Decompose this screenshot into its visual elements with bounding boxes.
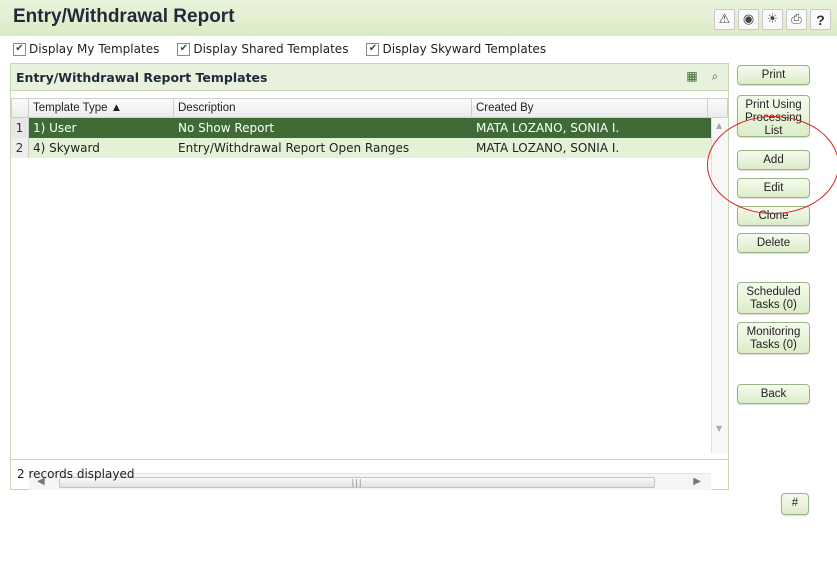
cell-created-by: MATA LOZANO, SONIA I. <box>476 121 620 135</box>
checkbox-icon[interactable]: ✔ <box>366 42 380 56</box>
column-header-template-type[interactable]: Template Type ▲ <box>29 98 174 118</box>
panel-header: Entry/Withdrawal Report Templates ▦ ⌕ <box>11 64 728 91</box>
grid-header: Template Type ▲ Description Created By <box>11 98 728 118</box>
checkbox-icon[interactable]: ✔ <box>13 42 26 56</box>
table-row[interactable]: 2 4) Skyward Entry/Withdrawal Report Ope… <box>11 138 728 158</box>
print-preview-icon[interactable]: ⌕ <box>706 67 724 85</box>
column-header-description[interactable]: Description <box>174 98 472 118</box>
scroll-up-icon[interactable]: ▲ <box>716 121 722 130</box>
panel-title: Entry/Withdrawal Report Templates <box>16 70 268 85</box>
panel-icons: ▦ ⌕ <box>683 67 724 85</box>
lightbulb-icon[interactable]: ☀ <box>762 9 783 30</box>
printer-icon[interactable]: ⎙ <box>786 9 807 30</box>
cell-created-by: MATA LOZANO, SONIA I. <box>476 141 620 155</box>
templates-panel: Entry/Withdrawal Report Templates ▦ ⌕ Te… <box>10 63 729 490</box>
title-bar: Entry/Withdrawal Report ⚠ ◉ ☀ ⎙ ? <box>0 0 837 36</box>
checkbox-label: Display Skyward Templates <box>382 42 547 56</box>
records-count: 2 records displayed <box>17 467 135 481</box>
back-button[interactable]: Back <box>737 384 810 404</box>
row-number: 1 <box>11 118 29 138</box>
checkbox-shared-templates[interactable]: ✔ Display Shared Templates <box>177 42 348 56</box>
alert-icon[interactable]: ⚠ <box>714 9 735 30</box>
cell-template-type: 4) Skyward <box>33 141 100 155</box>
checkbox-my-templates[interactable]: ✔ Display My Templates <box>13 42 159 56</box>
excel-export-icon[interactable]: ▦ <box>683 67 701 85</box>
hash-button[interactable]: # <box>781 493 809 515</box>
templates-grid: Template Type ▲ Description Created By 1… <box>11 98 728 490</box>
checkbox-icon[interactable]: ✔ <box>177 42 191 56</box>
annotation-circle <box>707 116 837 214</box>
column-header-created-by[interactable]: Created By <box>472 98 708 118</box>
cell-description: Entry/Withdrawal Report Open Ranges <box>178 141 410 155</box>
template-filter-checkboxes: ✔ Display My Templates ✔ Display Shared … <box>13 42 546 56</box>
monitoring-tasks-button[interactable]: Monitoring Tasks (0) <box>737 322 810 354</box>
scroll-down-icon[interactable]: ▼ <box>716 424 722 433</box>
scheduled-tasks-button[interactable]: Scheduled Tasks (0) <box>737 282 810 314</box>
toolbar-icons: ⚠ ◉ ☀ ⎙ ? <box>714 9 831 30</box>
column-header-spacer <box>708 98 728 118</box>
print-button[interactable]: Print <box>737 65 810 85</box>
checkbox-skyward-templates[interactable]: ✔ Display Skyward Templates <box>366 42 546 56</box>
cell-description: No Show Report <box>178 121 275 135</box>
camera-icon[interactable]: ◉ <box>738 9 759 30</box>
help-icon[interactable]: ? <box>810 9 831 30</box>
grid-corner <box>11 98 29 118</box>
checkbox-label: Display My Templates <box>29 42 160 56</box>
checkbox-label: Display Shared Templates <box>193 42 349 56</box>
delete-button[interactable]: Delete <box>737 233 810 253</box>
grid-footer: 2 records displayed <box>11 459 728 489</box>
row-number: 2 <box>11 138 29 158</box>
page-title: Entry/Withdrawal Report <box>13 6 235 27</box>
table-row[interactable]: 1 1) User No Show Report MATA LOZANO, SO… <box>11 118 728 138</box>
cell-template-type: 1) User <box>33 121 77 135</box>
